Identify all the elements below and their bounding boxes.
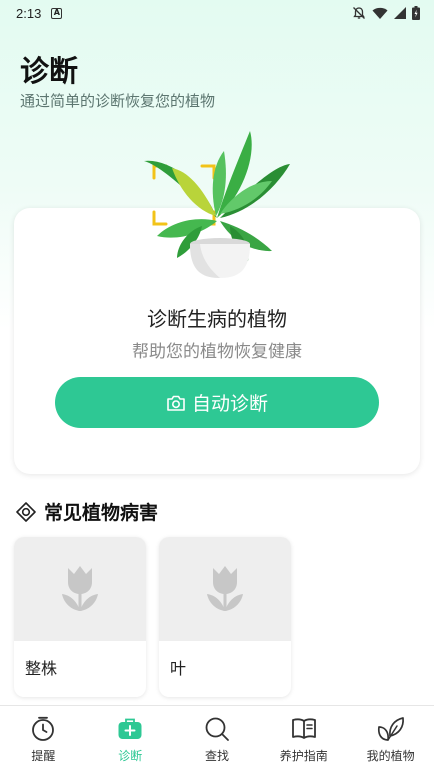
medical-kit-icon: [118, 718, 142, 739]
target-icon: [16, 501, 36, 522]
nav-label: 我的植物: [366, 749, 415, 763]
page-subtitle: 通过简单的诊断恢复您的植物: [20, 92, 216, 110]
book-icon: [291, 718, 316, 739]
page-title: 诊断: [20, 54, 79, 88]
wifi-icon: [372, 7, 388, 19]
search-icon: [205, 717, 229, 741]
nav-label: 提醒: [31, 749, 56, 763]
diagnose-card-subtitle: 帮助您的植物恢复健康: [132, 342, 302, 362]
nav-item-search[interactable]: 查找: [174, 706, 261, 771]
clock-icon: [32, 716, 55, 741]
disease-card-whole-plant[interactable]: 整株: [14, 537, 146, 697]
plant-illustration: [144, 131, 290, 278]
disease-card-leaf[interactable]: 叶: [159, 537, 291, 697]
status-bar: 2:13 A: [0, 0, 434, 26]
leaves-icon: [377, 717, 404, 741]
bottom-navigation: 提醒 诊断 查找 养护指南 我的植物: [0, 705, 434, 771]
status-time: 2:13: [16, 5, 42, 21]
section-title: 常见植物病害: [44, 502, 159, 524]
diagnose-card-title: 诊断生病的植物: [147, 307, 287, 331]
disease-thumbnail: [159, 537, 291, 641]
bell-off-icon: [353, 7, 365, 19]
auto-diagnose-button[interactable]: 自动诊断: [55, 377, 379, 428]
nav-item-diagnose[interactable]: 诊断: [87, 706, 174, 771]
auto-diagnose-label: 自动诊断: [191, 393, 268, 415]
nav-item-reminders[interactable]: 提醒: [0, 706, 87, 771]
nav-label: 查找: [204, 749, 229, 763]
disease-card-label: 整株: [25, 659, 58, 678]
nav-item-my-plants[interactable]: 我的植物: [347, 706, 434, 771]
nav-label: 诊断: [118, 749, 143, 763]
disease-card-label: 叶: [170, 659, 187, 678]
notification-a-icon: A: [51, 7, 63, 19]
camera-icon: [167, 395, 185, 411]
status-icons: [352, 6, 420, 20]
tulip-placeholder-icon: [207, 566, 243, 611]
battery-icon: [412, 6, 420, 20]
tulip-placeholder-icon: [62, 566, 98, 611]
disease-thumbnail: [14, 537, 146, 641]
signal-icon: [394, 7, 406, 19]
nav-item-care-guide[interactable]: 养护指南: [260, 706, 347, 771]
nav-label: 养护指南: [279, 749, 328, 763]
common-diseases-header: 常见植物病害: [16, 498, 158, 525]
